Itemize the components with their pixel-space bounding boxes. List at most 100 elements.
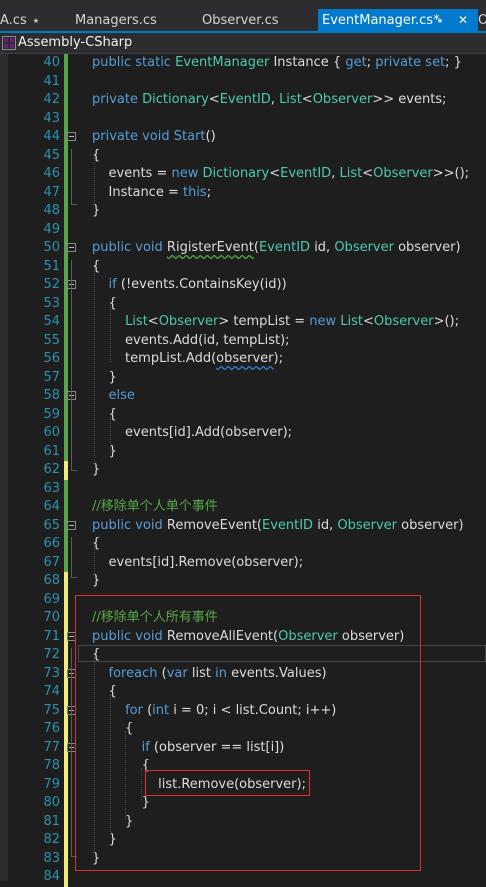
highlight-box-method xyxy=(75,595,421,871)
change-indicator xyxy=(64,91,68,110)
code-text: { xyxy=(92,406,117,422)
code-line[interactable]: 50 public void RigisterEvent(EventID id, … xyxy=(0,239,486,258)
fold-guide-end xyxy=(71,577,77,578)
line-number: 74 xyxy=(43,684,60,699)
line-number: 43 xyxy=(43,110,60,126)
change-indicator xyxy=(64,775,68,794)
line-number: 40 xyxy=(43,55,60,70)
line-number: 45 xyxy=(43,147,60,163)
change-indicator xyxy=(64,720,68,739)
tab-observer-cs[interactable]: Observer.cs xyxy=(202,9,279,32)
code-line[interactable]: 44 private void Start() xyxy=(0,128,486,147)
line-number: 72 xyxy=(43,647,60,662)
line-number: 80 xyxy=(43,795,60,810)
pin-icon[interactable]: ⭑ xyxy=(33,9,39,32)
csharp-project-icon xyxy=(2,36,16,50)
code-text: List<Observer> tempList = new List<Obser… xyxy=(125,314,459,329)
line-number: 56 xyxy=(43,351,60,366)
code-line[interactable]: 45{ xyxy=(0,146,486,165)
code-text: events.Add(id, tempList); xyxy=(92,332,290,348)
change-indicator xyxy=(64,350,68,369)
line-number: 67 xyxy=(43,554,60,570)
code-line[interactable]: 49 xyxy=(0,220,486,239)
line-number: 70 xyxy=(43,610,60,625)
line-number: 58 xyxy=(43,388,60,403)
code-line[interactable]: 68} xyxy=(0,572,486,591)
tab-eventmanager-cs[interactable]: EventManager.cs* xyxy=(318,9,478,32)
code-editor[interactable]: 40 public static EventManager Instance { … xyxy=(0,54,486,887)
collapse-icon[interactable] xyxy=(67,243,76,252)
line-number: 82 xyxy=(43,832,60,847)
code-line[interactable]: 51{ xyxy=(0,257,486,276)
code-line[interactable]: 67 events[id].Remove(observer); xyxy=(0,553,486,572)
project-dropdown[interactable]: Assembly-CSharp xyxy=(18,34,132,52)
line-number: 64 xyxy=(43,499,60,514)
change-indicator xyxy=(64,683,68,702)
change-indicator xyxy=(64,794,68,813)
code-line[interactable]: 59 { xyxy=(0,405,486,424)
indent-guide xyxy=(110,414,111,452)
code-line[interactable]: 40 public static EventManager Instance { … xyxy=(0,54,486,73)
close-icon[interactable]: ✕ xyxy=(458,9,468,32)
line-number: 46 xyxy=(43,166,60,181)
fold-guide xyxy=(71,149,72,204)
code-line[interactable]: 63 xyxy=(0,479,486,498)
tab-a-cs[interactable]: A.cs xyxy=(0,9,27,32)
line-number: 84 xyxy=(43,869,60,884)
fold-guide-end xyxy=(71,470,77,471)
code-line[interactable]: 61 } xyxy=(0,442,486,461)
code-line[interactable]: 42 private Dictionary<EventID, List<Obser… xyxy=(0,91,486,110)
line-number: 78 xyxy=(43,758,60,773)
change-indicator xyxy=(64,294,68,313)
code-text: if (!events.ContainsKey(id)) xyxy=(108,277,287,292)
change-indicator xyxy=(64,868,68,887)
change-indicator xyxy=(64,54,68,73)
code-text: tempList.Add(observer); xyxy=(92,351,283,366)
change-indicator xyxy=(64,257,68,276)
fold-guide xyxy=(71,648,72,856)
change-indicator xyxy=(64,368,68,387)
change-indicator xyxy=(64,572,68,591)
code-line[interactable]: 60 events[id].Add(observer); xyxy=(0,424,486,443)
code-line[interactable]: 64 //移除单个人单个事件 xyxy=(0,498,486,517)
code-line[interactable]: 65 public void RemoveEvent(EventID id, Ob… xyxy=(0,516,486,535)
line-number: 83 xyxy=(43,850,60,866)
line-number: 61 xyxy=(43,443,60,459)
code-line[interactable]: 52 if (!events.ContainsKey(id)) xyxy=(0,276,486,295)
change-indicator xyxy=(64,183,68,202)
line-number: 79 xyxy=(43,776,60,792)
code-line[interactable]: 56 tempList.Add(observer); xyxy=(0,350,486,369)
line-number: 73 xyxy=(43,665,60,681)
code-line[interactable]: 55 events.Add(id, tempList); xyxy=(0,331,486,350)
active-tab-pin-icon[interactable]: ⭑ xyxy=(437,9,443,32)
collapse-icon[interactable] xyxy=(67,520,76,530)
code-line[interactable]: 46 events = new Dictionary<EventID, List… xyxy=(0,165,486,184)
change-indicator xyxy=(64,498,68,517)
tab-overflow[interactable]: O xyxy=(478,9,486,32)
code-line[interactable]: 43 xyxy=(0,109,486,128)
code-line[interactable]: 58 else xyxy=(0,387,486,406)
code-line[interactable]: 47 Instance = this; xyxy=(0,183,486,202)
indent-guide xyxy=(94,157,95,205)
collapse-icon[interactable] xyxy=(67,132,76,141)
change-indicator xyxy=(64,165,68,184)
line-number: 57 xyxy=(43,369,60,385)
line-number: 51 xyxy=(43,258,60,274)
tab-managers-cs[interactable]: Managers.cs xyxy=(75,9,157,32)
code-line[interactable]: 54 List<Observer> tempList = new List<Ob… xyxy=(0,313,486,332)
code-text: events[id].Add(observer); xyxy=(92,425,293,440)
indent-guide xyxy=(110,305,111,362)
navigation-bar: Assembly-CSharp xyxy=(0,33,486,54)
code-line[interactable]: 53 { xyxy=(0,294,486,313)
code-line[interactable]: 57 } xyxy=(0,368,486,387)
line-number: 41 xyxy=(43,73,60,89)
indent-guide xyxy=(94,267,95,464)
line-number: 68 xyxy=(43,573,60,588)
change-indicator xyxy=(64,72,68,91)
tab-bar: A.cs ⭑ Managers.cs Observer.cs EventMana… xyxy=(0,0,486,32)
line-number: 69 xyxy=(43,591,60,607)
line-number: 55 xyxy=(43,332,60,348)
code-line[interactable]: 41 xyxy=(0,72,486,91)
line-number: 50 xyxy=(43,240,60,255)
code-line[interactable]: 66{ xyxy=(0,535,486,554)
